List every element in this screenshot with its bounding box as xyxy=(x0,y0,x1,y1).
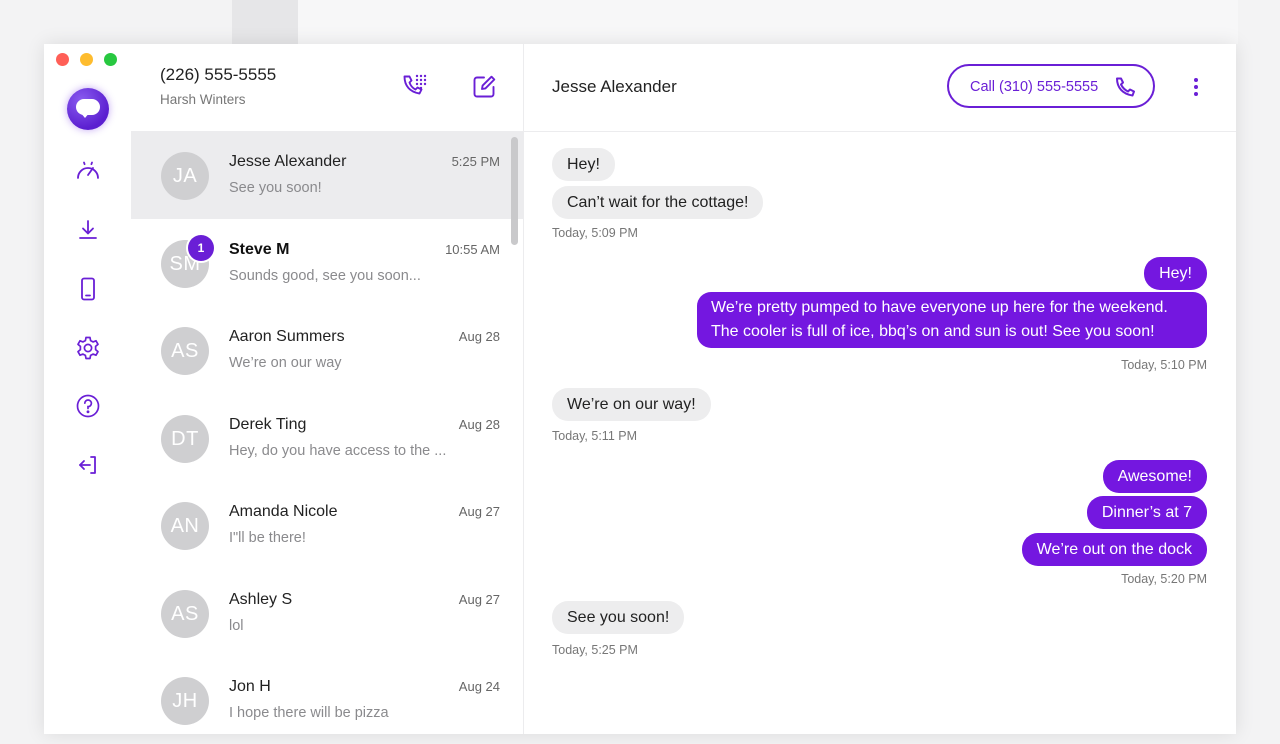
conversation-name: Derek Ting xyxy=(229,415,307,433)
zoom-window-button[interactable] xyxy=(104,53,117,66)
conversation-time: 10:55 AM xyxy=(445,241,500,257)
message-timestamp: Today, 5:25 PM xyxy=(552,643,638,657)
background-window xyxy=(298,0,1238,44)
conversation-name: Steve M xyxy=(229,240,290,258)
conversation-time: Aug 24 xyxy=(458,679,500,694)
conversation-item[interactable]: AS Aaron Summers Aug 28 We’re on our way xyxy=(131,307,523,394)
incoming-message: Can’t wait for the cottage! xyxy=(552,186,764,219)
avatar: JH xyxy=(161,677,209,725)
call-button[interactable]: Call (310) 555-5555 xyxy=(947,64,1155,108)
message-timestamp: Today, 5:10 PM xyxy=(1121,358,1207,372)
help-icon[interactable] xyxy=(74,392,102,420)
app-window: (226) 555-5555 Harsh Winters JA Jesse Al… xyxy=(44,44,1236,734)
more-vertical-icon xyxy=(1194,78,1198,96)
message-timestamp: Today, 5:11 PM xyxy=(552,429,637,443)
conversation-name: Aaron Summers xyxy=(229,328,345,345)
conversation-preview: I hope there will be pizza xyxy=(229,705,389,721)
phone-icon xyxy=(1116,77,1135,97)
thread-contact-name: Jesse Alexander xyxy=(552,77,677,96)
conversation-preview: Hey, do you have access to the ... xyxy=(229,442,447,459)
conversation-preview: I"ll be there! xyxy=(229,530,306,546)
nav-rail xyxy=(44,44,132,734)
account-phone-number: (226) 555-5555 xyxy=(160,65,277,84)
conversation-item[interactable]: JH Jon H Aug 24 I hope there will be pizza xyxy=(131,657,523,744)
conversation-preview: Sounds good, see you soon... xyxy=(229,267,421,284)
app-logo-icon xyxy=(67,88,109,130)
conversation-time: Aug 27 xyxy=(458,591,500,607)
message-thread: Jesse Alexander Call (310) 555-5555 Hey!… xyxy=(524,44,1236,734)
conversation-time: Aug 27 xyxy=(458,504,500,519)
dashboard-icon[interactable] xyxy=(74,158,102,186)
conversation-item[interactable]: JA Jesse Alexander 5:25 PM See you soon! xyxy=(131,132,523,219)
thread-header: Jesse Alexander Call (310) 555-5555 xyxy=(524,44,1236,132)
unread-badge: 1 xyxy=(188,234,214,261)
avatar: AN xyxy=(161,502,209,550)
outgoing-message: We’re out on the dock xyxy=(1021,533,1207,566)
outgoing-message: Hey! xyxy=(1144,257,1207,290)
conversation-item[interactable]: DT Derek Ting Aug 28 Hey, do you have acces… xyxy=(131,395,523,482)
conversation-name: Jon H xyxy=(229,678,271,695)
avatar: AS xyxy=(161,327,209,375)
message-timestamp: Today, 5:20 PM xyxy=(1121,572,1207,586)
download-icon[interactable] xyxy=(74,216,102,244)
account-name: Harsh Winters xyxy=(160,92,246,107)
incoming-message: We’re on our way! xyxy=(552,388,711,421)
call-button-label: Call (310) 555-5555 xyxy=(970,79,1099,95)
more-options-button[interactable] xyxy=(1184,74,1208,102)
background-window-strip xyxy=(232,0,298,44)
conversation-name: Amanda Nicole xyxy=(229,503,338,520)
conversation-list: (226) 555-5555 Harsh Winters JA Jesse Al… xyxy=(131,44,524,734)
incoming-message: See you soon! xyxy=(552,601,685,634)
dialpad-button[interactable] xyxy=(400,71,430,101)
incoming-message: Hey! xyxy=(552,148,615,181)
outgoing-message: We’re pretty pumped to have everyone up … xyxy=(697,292,1207,348)
avatar: AS xyxy=(161,589,209,638)
avatar: DT xyxy=(161,414,209,463)
message-timestamp: Today, 5:09 PM xyxy=(552,226,638,240)
conversation-preview: lol xyxy=(229,617,244,634)
conversation-time: Aug 28 xyxy=(458,329,500,344)
conversation-list-header: (226) 555-5555 Harsh Winters xyxy=(131,44,523,132)
minimize-window-button[interactable] xyxy=(80,53,93,66)
conversation-time: Aug 28 xyxy=(458,416,500,432)
conversation-name: Jesse Alexander xyxy=(229,153,347,170)
conversation-preview: See you soon! xyxy=(229,180,322,196)
list-scrollbar[interactable] xyxy=(511,137,518,245)
conversation-item[interactable]: SM 1 Steve M 10:55 AM Sounds good, see you s… xyxy=(131,220,523,307)
conversation-time: 5:25 PM xyxy=(451,154,500,169)
window-controls xyxy=(56,53,117,66)
conversation-item[interactable]: AN Amanda Nicole Aug 27 I"ll be there! xyxy=(131,482,523,569)
settings-icon[interactable] xyxy=(74,334,102,362)
outgoing-message: Dinner’s at 7 xyxy=(1086,496,1207,529)
conversation-name: Ashley S xyxy=(229,590,293,608)
compose-button[interactable] xyxy=(469,72,499,102)
outgoing-message: Awesome! xyxy=(1102,460,1207,493)
avatar: JA xyxy=(161,152,209,200)
logout-icon[interactable] xyxy=(74,451,102,479)
conversation-preview: We’re on our way xyxy=(229,355,342,371)
phone-device-icon[interactable] xyxy=(74,275,102,303)
close-window-button[interactable] xyxy=(56,53,69,66)
conversation-item[interactable]: AS Ashley S Aug 27 lol xyxy=(131,570,523,657)
